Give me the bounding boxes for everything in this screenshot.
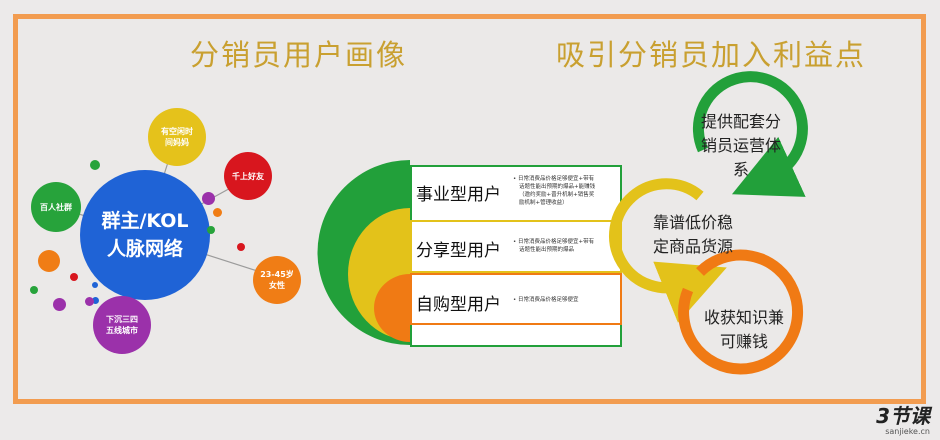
benefit-stable-supply: 靠谱低价稳 定商品货源 xyxy=(648,211,738,259)
benefit-operation-system: 提供配套分 销员运营体 系 xyxy=(698,110,784,182)
benefit-3-line-1: 收获知识兼 xyxy=(703,308,784,327)
benefit-1-line-3: 系 xyxy=(732,160,749,179)
benefit-3-line-2: 可赚钱 xyxy=(719,332,768,351)
benefit-2-line-1: 靠谱低价稳 xyxy=(652,213,733,232)
benefit-2-line-2: 定商品货源 xyxy=(652,237,733,256)
benefit-1-line-2: 销员运营体 xyxy=(700,136,781,155)
sanjieke-logo: 3节课 sanjieke.cn xyxy=(876,405,930,436)
logo-brand: 3节课 xyxy=(876,404,930,428)
logo-site: sanjieke.cn xyxy=(885,427,930,436)
benefit-rings xyxy=(609,71,808,375)
benefit-1-line-1: 提供配套分 xyxy=(700,112,781,131)
benefit-knowledge-earn: 收获知识兼 可赚钱 xyxy=(700,306,788,354)
